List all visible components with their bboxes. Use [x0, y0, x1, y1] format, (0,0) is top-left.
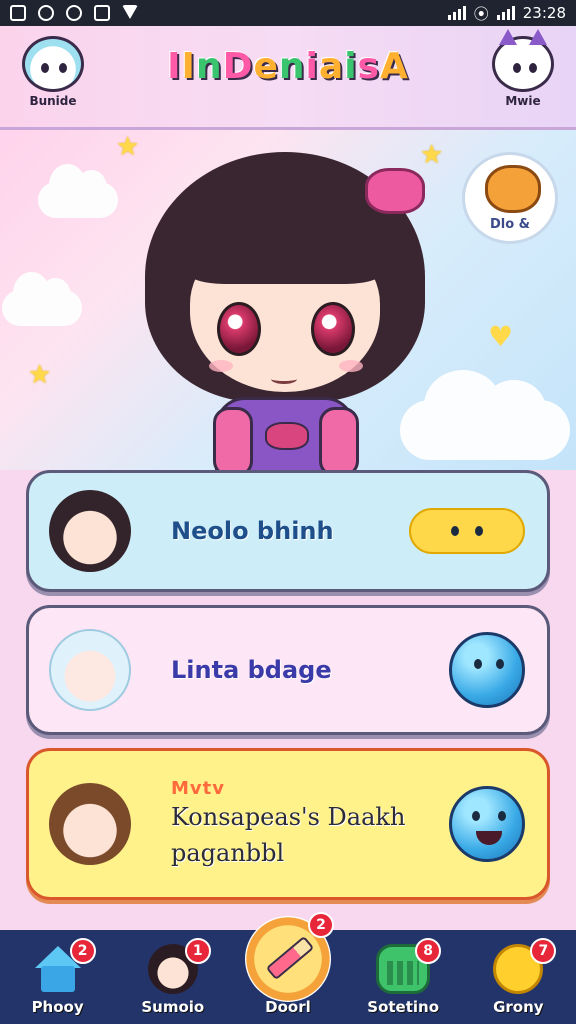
card-title: Linta bdage — [171, 656, 332, 684]
nav-item-group[interactable]: 7 Grony — [468, 938, 568, 1016]
cloud-icon — [38, 164, 118, 218]
hair-bow-icon — [365, 168, 425, 214]
notification-badge: 1 — [184, 938, 211, 964]
right-avatar-label: Mwie — [505, 94, 541, 108]
gallery-icon — [10, 5, 26, 21]
nav-item-draw[interactable]: 2 Doorl — [238, 912, 338, 1016]
hero-banner: ★ ★ ★ ♥ Dlo & — [0, 130, 576, 470]
signal-icon-2 — [496, 6, 515, 20]
notification-label: Dlo & — [489, 217, 531, 232]
card-title: Neolo bhinh — [171, 517, 334, 545]
list-item[interactable]: Linta bdage — [26, 605, 550, 735]
left-avatar-label: Bunide — [29, 94, 77, 108]
notification-badge: 8 — [415, 938, 442, 964]
list-item-featured[interactable]: Mvtv Konsapeas's Daakh paganbbl — [26, 748, 550, 900]
notification-badge: 2 — [69, 938, 96, 964]
avatar — [49, 783, 131, 865]
nav-item-home[interactable]: 2 Phooy — [8, 938, 108, 1016]
rating-label: Mvtv — [171, 777, 225, 799]
download-icon — [122, 5, 138, 19]
status-bar: ⦿ 23:28 — [0, 0, 576, 26]
star-icon: ★ — [28, 360, 52, 390]
nav-label: Phooy — [31, 998, 84, 1016]
cat-icon — [492, 29, 554, 92]
mascot-character — [125, 152, 445, 470]
pet-avatar-button[interactable]: Mwie — [486, 29, 560, 108]
notification-badge: 7 — [530, 938, 557, 964]
nav-item-profile[interactable]: 1 Sumoio — [123, 938, 223, 1016]
card-title-line2: paganbbl — [171, 838, 285, 867]
signal-icon — [447, 6, 466, 20]
notification-badge: 2 — [307, 912, 334, 938]
nav-item-schedule[interactable]: 8 Sotetino — [353, 938, 453, 1016]
avatar — [49, 629, 131, 711]
status-time: 23:28 — [522, 4, 566, 22]
yellow-cloud-icon — [409, 508, 525, 554]
nav-label: Grony — [493, 998, 544, 1016]
nav-label: Sotetino — [367, 998, 440, 1016]
blue-blob-icon — [449, 632, 525, 708]
card-title-line1: Konsapeas's Daakh — [171, 802, 406, 831]
app-header: Bunide IInDeniaisA Mwie — [0, 26, 576, 130]
bottom-navigation: 2 Phooy 1 Sumoio 2 Doorl 8 Sotetino 7 Gr… — [0, 912, 576, 1024]
happy-blob-icon — [449, 786, 525, 862]
cloud-icon — [2, 272, 82, 326]
avatar — [49, 490, 131, 572]
camera-icon — [94, 5, 110, 21]
nav-label: Sumoio — [141, 998, 205, 1016]
wifi-icon: ⦿ — [473, 4, 489, 23]
heart-icon: ♥ — [488, 320, 514, 353]
sync-icon — [66, 5, 82, 21]
notification-bubble[interactable]: Dlo & — [462, 152, 558, 244]
chat-icon — [38, 5, 54, 21]
list-item[interactable]: Neolo bhinh — [26, 470, 550, 592]
cat-face-icon — [485, 165, 541, 213]
